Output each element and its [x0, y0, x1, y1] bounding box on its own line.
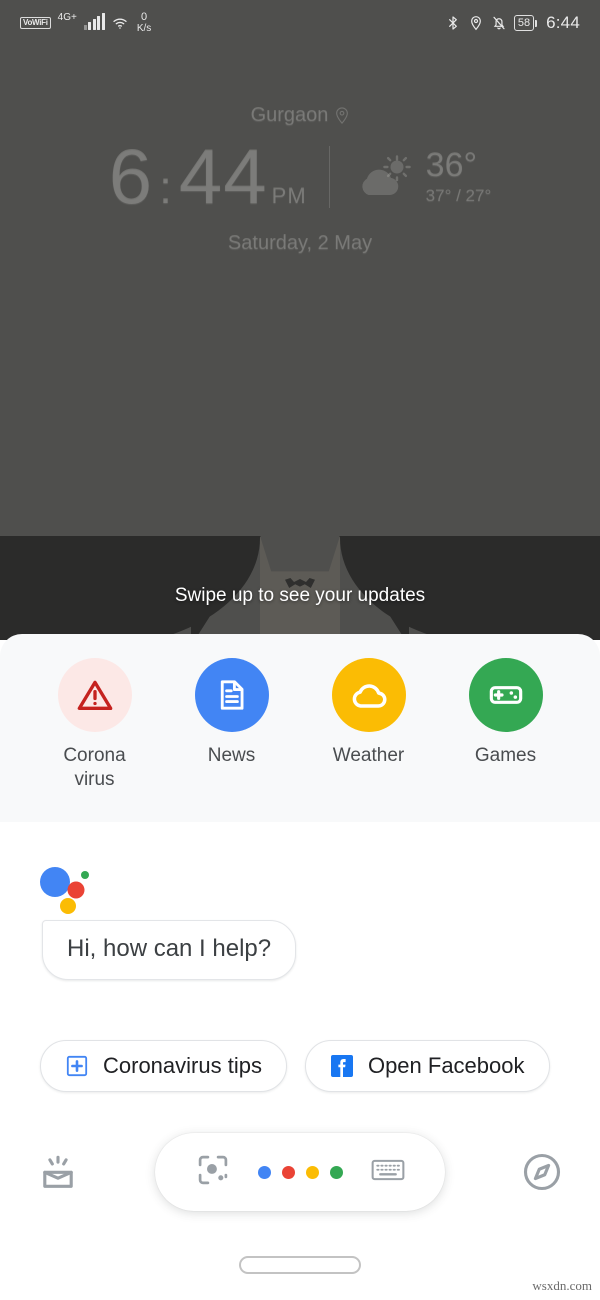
shortcut-label: Corona virus	[63, 745, 126, 790]
widget-colon: :	[159, 161, 173, 213]
google-lens-icon[interactable]	[195, 1152, 231, 1193]
assistant-greeting-bubble: Hi, how can I help?	[42, 920, 297, 980]
assistant-bottom-bar	[0, 1128, 600, 1216]
widget-clock: 6 : 44 PM	[109, 131, 307, 222]
medical-plus-icon	[65, 1054, 89, 1078]
facebook-icon	[330, 1054, 354, 1078]
suggestion-chip-coronavirus-tips[interactable]: Coronavirus tips	[40, 1040, 287, 1092]
shortcut-label: Weather	[332, 745, 405, 766]
assistant-input-pill	[155, 1133, 445, 1211]
status-bar-left: VoWiFi 4G+ 0 K/s	[20, 10, 152, 34]
google-mic-dots[interactable]	[257, 1165, 343, 1179]
data-speed-unit: K/s	[136, 22, 152, 34]
signal-strength-icon	[83, 13, 105, 31]
widget-divider	[328, 145, 330, 208]
bluetooth-icon	[445, 14, 461, 32]
screen-dim-overlay	[0, 0, 600, 640]
status-bar-clock: 6:44	[546, 13, 580, 32]
widget-meridiem: PM	[271, 183, 307, 208]
shortcut-label: Games	[474, 745, 537, 766]
widget-temp-current: 36°	[425, 145, 478, 184]
suggestion-chip-label: Coronavirus tips	[103, 1053, 262, 1078]
partly-cloudy-icon	[352, 153, 418, 201]
swipe-up-hint: Swipe up to see your updates	[174, 585, 426, 606]
mic-dot-blue	[257, 1165, 271, 1179]
shortcut-games[interactable]: Games	[446, 658, 566, 768]
location-pin-icon	[335, 107, 349, 124]
suggestion-chip-open-facebook[interactable]: Open Facebook	[304, 1040, 550, 1092]
suggestion-chip-label: Open Facebook	[367, 1053, 525, 1078]
home-gesture-pill[interactable]	[239, 1256, 361, 1274]
warning-triangle-icon	[57, 658, 132, 732]
watermark: wsxdn.com	[532, 1278, 592, 1293]
cloud-icon	[331, 658, 406, 732]
vowifi-badge: VoWiFi	[20, 16, 51, 29]
battery-indicator: 58	[513, 15, 538, 31]
status-bar-right: 58 6:44	[445, 13, 580, 33]
widget-city-label: Gurgaon	[250, 104, 329, 126]
mic-dot-yellow	[305, 1165, 319, 1179]
status-bar: VoWiFi 4G+ 0 K/s 58 6:44	[0, 0, 600, 46]
gamepad-icon	[468, 658, 543, 732]
location-pin-icon	[468, 14, 484, 32]
assistant-suggestion-chips: Coronavirus tips Open Facebook	[0, 1040, 600, 1092]
explore-compass-icon[interactable]	[520, 1150, 564, 1194]
widget-main-row: 6 : 44 PM 36° 37° / 27°	[0, 131, 600, 222]
widget-date: Saturday, 2 May	[227, 232, 373, 254]
mic-dot-red	[281, 1165, 295, 1179]
home-screen-wallpaper	[0, 0, 600, 640]
widget-city[interactable]: Gurgaon	[0, 104, 600, 127]
mic-dot-green	[329, 1165, 343, 1179]
document-icon	[194, 658, 269, 732]
widget-weather[interactable]: 36° 37° / 27°	[352, 148, 492, 206]
bell-off-icon	[491, 14, 507, 32]
google-assistant-logo	[38, 864, 96, 916]
widget-temperatures: 36° 37° / 27°	[426, 148, 492, 206]
shortcut-news[interactable]: News	[172, 658, 292, 768]
data-speed-value: 0	[141, 10, 148, 23]
widget-minute: 44	[178, 132, 268, 220]
widget-hour: 6	[108, 132, 154, 220]
widget-temp-high-low: 37° / 27°	[425, 185, 492, 205]
assistant-panel: Hi, how can I help? Coronavirus tips Ope…	[0, 822, 600, 1300]
wifi-icon	[112, 14, 128, 32]
shortcut-coronavirus[interactable]: Corona virus	[35, 658, 155, 792]
keyboard-icon[interactable]	[370, 1155, 406, 1190]
network-type-label: 4G+	[57, 12, 77, 24]
shortcut-label: News	[207, 745, 256, 766]
shortcut-weather[interactable]: Weather	[309, 658, 429, 768]
snapshot-updates-icon[interactable]	[36, 1150, 80, 1194]
clock-weather-widget[interactable]: Gurgaon 6 : 44 PM 36° 37° / 27° Saturday…	[0, 104, 600, 255]
phone-screen: VoWiFi 4G+ 0 K/s 58 6:44 Gurgaon 6: 44 …	[0, 0, 600, 1300]
data-speed-indicator: 0 K/s	[136, 10, 152, 34]
shortcuts-panel: Corona virus News Weather Games	[0, 634, 600, 822]
